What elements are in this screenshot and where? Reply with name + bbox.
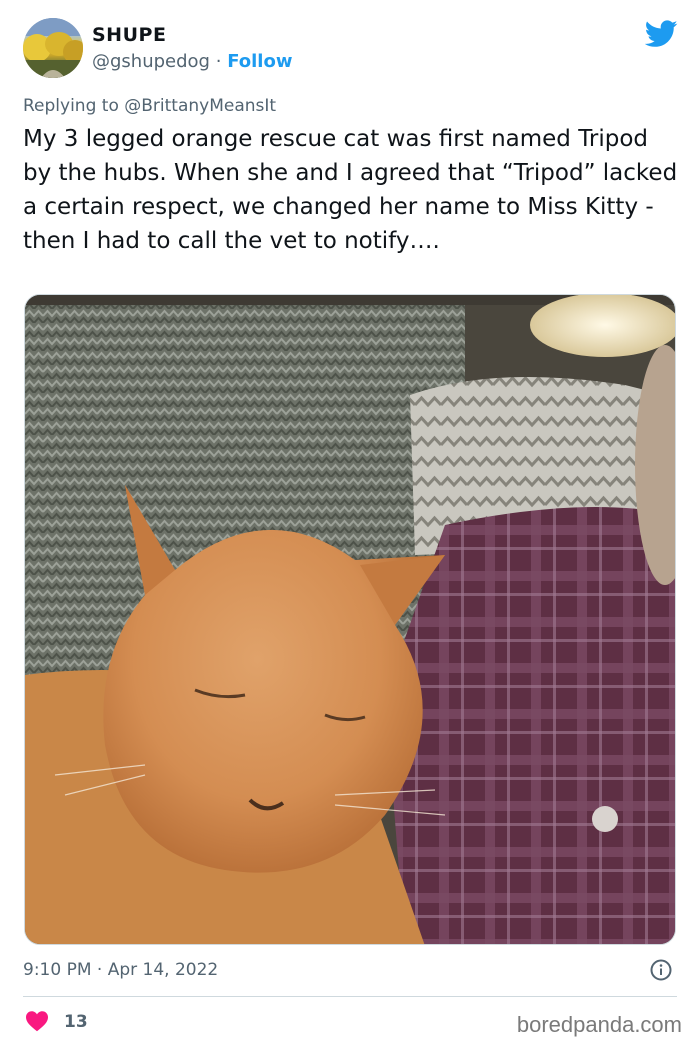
like-count[interactable]: 13 [64, 1012, 88, 1032]
reply-context: Replying to @BrittanyMeansIt [23, 96, 276, 116]
divider [23, 996, 677, 997]
timestamp-separator: · [96, 960, 103, 980]
tweet-date: Apr 14, 2022 [107, 960, 219, 980]
author-display-name[interactable]: SHUPE [92, 24, 166, 46]
twitter-bird-icon[interactable] [645, 20, 678, 48]
tweet-photo[interactable] [24, 294, 676, 945]
reply-mention-link[interactable]: @BrittanyMeansIt [124, 96, 276, 116]
reply-prefix: Replying to [23, 96, 119, 116]
tweet-text: My 3 legged orange rescue cat was first … [23, 126, 678, 254]
heart-icon[interactable] [25, 1010, 49, 1032]
tweet-timestamp[interactable]: 9:10 PM · Apr 14, 2022 [23, 960, 218, 980]
tweet-card: SHUPE @gshupedog · Follow Replying to @B… [0, 0, 700, 1049]
author-handle-line: @gshupedog · Follow [92, 51, 292, 72]
handle-separator: · [215, 51, 222, 72]
avatar[interactable] [23, 18, 83, 78]
follow-button[interactable]: Follow [227, 51, 292, 72]
tweet-time: 9:10 PM [23, 960, 92, 980]
author-handle[interactable]: @gshupedog [92, 51, 210, 72]
watermark: boredpanda.com [516, 1012, 682, 1037]
info-icon[interactable] [650, 959, 672, 981]
